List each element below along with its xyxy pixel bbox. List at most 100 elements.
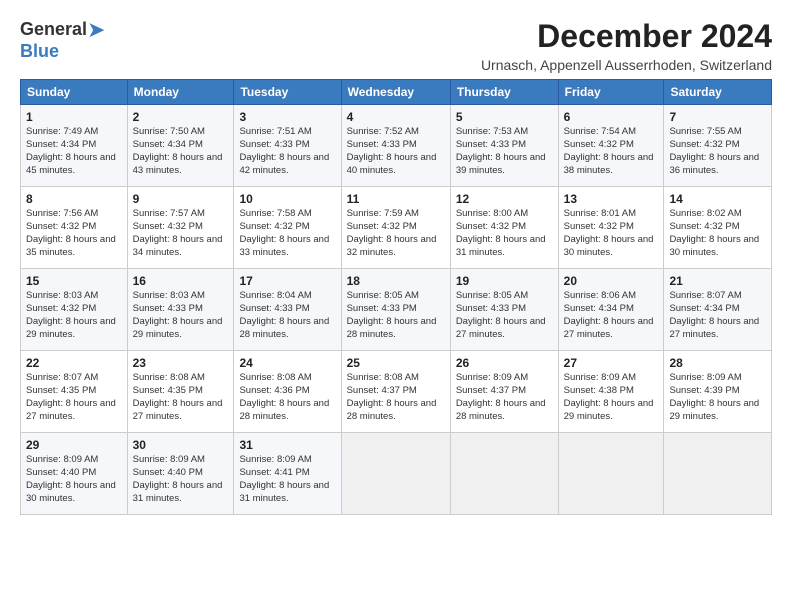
sunset-text: Sunset: 4:41 PM	[239, 467, 309, 478]
sunset-text: Sunset: 4:35 PM	[26, 385, 96, 396]
sunrise-text: Sunrise: 8:06 AM	[564, 290, 636, 301]
calendar-header-sunday: Sunday	[21, 80, 128, 105]
day-number: 17	[239, 273, 335, 289]
sunset-text: Sunset: 4:33 PM	[239, 303, 309, 314]
calendar-header-monday: Monday	[127, 80, 234, 105]
calendar-day-cell: 7Sunrise: 7:55 AMSunset: 4:32 PMDaylight…	[664, 105, 772, 187]
sunrise-text: Sunrise: 8:09 AM	[26, 454, 98, 465]
daylight-text: Daylight: 8 hours and 38 minutes.	[564, 152, 654, 176]
day-number: 24	[239, 355, 335, 371]
logo-blue-text: Blue	[20, 42, 59, 62]
calendar-week-row: 29Sunrise: 8:09 AM Sunset: 4:40 PM Dayligh…	[21, 433, 772, 515]
day-number: 23	[133, 355, 229, 371]
daylight-text: Daylight: 8 hours and 45 minutes.	[26, 152, 116, 176]
day-number: 18	[347, 273, 445, 289]
daylight-text: Daylight: 8 hours and 29 minutes.	[133, 316, 223, 340]
sunset-text: Sunset: 4:35 PM	[133, 385, 203, 396]
sunrise-text: Sunrise: 8:05 AM	[456, 290, 528, 301]
day-number: 27	[564, 355, 659, 371]
calendar-header-tuesday: Tuesday	[234, 80, 341, 105]
day-number: 1	[26, 109, 122, 125]
day-number: 31	[239, 437, 335, 453]
sunset-text: Sunset: 4:34 PM	[564, 303, 634, 314]
sunset-text: Sunset: 4:32 PM	[456, 221, 526, 232]
sunset-text: Sunset: 4:40 PM	[26, 467, 96, 478]
day-number: 25	[347, 355, 445, 371]
sunrise-text: Sunrise: 8:08 AM	[133, 372, 205, 383]
sunrise-text: Sunrise: 8:07 AM	[26, 372, 98, 383]
header: General ➤ Blue December 2024 Urnasch, Ap…	[20, 18, 772, 73]
calendar-day-cell: 3Sunrise: 7:51 AMSunset: 4:33 PMDaylight…	[234, 105, 341, 187]
calendar-day-cell: 28Sunrise: 8:09 AMSunset: 4:39 PMDayligh…	[664, 351, 772, 433]
daylight-text: Daylight: 8 hours and 28 minutes.	[239, 398, 329, 422]
page: General ➤ Blue December 2024 Urnasch, Ap…	[0, 0, 792, 612]
daylight-text: Daylight: 8 hours and 29 minutes.	[26, 316, 116, 340]
daylight-text: Daylight: 8 hours and 29 minutes.	[564, 398, 654, 422]
day-number: 8	[26, 191, 122, 207]
daylight-text: Daylight: 8 hours and 30 minutes.	[669, 234, 759, 258]
sunset-text: Sunset: 4:33 PM	[347, 303, 417, 314]
month-title: December 2024	[481, 18, 772, 55]
day-number: 29	[26, 437, 122, 453]
sunset-text: Sunset: 4:32 PM	[564, 139, 634, 150]
calendar-day-cell	[341, 433, 450, 515]
sunset-text: Sunset: 4:34 PM	[669, 303, 739, 314]
logo-bird-icon: ➤	[87, 18, 105, 42]
calendar-header-friday: Friday	[558, 80, 664, 105]
sunset-text: Sunset: 4:33 PM	[239, 139, 309, 150]
calendar-day-cell: 17Sunrise: 8:04 AMSunset: 4:33 PMDayligh…	[234, 269, 341, 351]
sunset-text: Sunset: 4:32 PM	[133, 221, 203, 232]
calendar-day-cell: 13Sunrise: 8:01 AMSunset: 4:32 PMDayligh…	[558, 187, 664, 269]
calendar-week-row: 15 Sunrise: 8:03 AM Sunset: 4:32 PM Dayligh…	[21, 269, 772, 351]
sunset-text: Sunset: 4:34 PM	[26, 139, 96, 150]
sunrise-text: Sunrise: 8:09 AM	[564, 372, 636, 383]
sunrise-text: Sunrise: 8:08 AM	[347, 372, 419, 383]
calendar-day-cell: 12Sunrise: 8:00 AMSunset: 4:32 PMDayligh…	[450, 187, 558, 269]
calendar-day-cell: 2Sunrise: 7:50 AMSunset: 4:34 PMDaylight…	[127, 105, 234, 187]
sunrise-text: Sunrise: 8:09 AM	[669, 372, 741, 383]
calendar-header-wednesday: Wednesday	[341, 80, 450, 105]
daylight-text: Daylight: 8 hours and 42 minutes.	[239, 152, 329, 176]
calendar-week-row: 1Sunrise: 7:49 AM Sunset: 4:34 PM Daylight…	[21, 105, 772, 187]
sunrise-text: Sunrise: 8:04 AM	[239, 290, 311, 301]
day-number: 22	[26, 355, 122, 371]
daylight-text: Daylight: 8 hours and 31 minutes.	[239, 480, 329, 504]
day-number: 13	[564, 191, 659, 207]
sunset-text: Sunset: 4:38 PM	[564, 385, 634, 396]
calendar-day-cell: 18Sunrise: 8:05 AMSunset: 4:33 PMDayligh…	[341, 269, 450, 351]
day-number: 4	[347, 109, 445, 125]
calendar-day-cell: 5Sunrise: 7:53 AMSunset: 4:33 PMDaylight…	[450, 105, 558, 187]
daylight-text: Daylight: 8 hours and 27 minutes.	[26, 398, 116, 422]
sunrise-text: Sunrise: 7:54 AM	[564, 126, 636, 137]
day-number: 2	[133, 109, 229, 125]
sunrise-text: Sunrise: 8:05 AM	[347, 290, 419, 301]
calendar-week-row: 22Sunrise: 8:07 AM Sunset: 4:35 PM Dayligh…	[21, 351, 772, 433]
sunset-text: Sunset: 4:34 PM	[133, 139, 203, 150]
daylight-text: Daylight: 8 hours and 29 minutes.	[669, 398, 759, 422]
calendar-day-cell: 30Sunrise: 8:09 AMSunset: 4:40 PMDayligh…	[127, 433, 234, 515]
day-number: 28	[669, 355, 766, 371]
calendar-header-row: SundayMondayTuesdayWednesdayThursdayFrid…	[21, 80, 772, 105]
calendar-day-cell: 14Sunrise: 8:02 AMSunset: 4:32 PMDayligh…	[664, 187, 772, 269]
location-title: Urnasch, Appenzell Ausserrhoden, Switzer…	[481, 57, 772, 73]
calendar-table: SundayMondayTuesdayWednesdayThursdayFrid…	[20, 79, 772, 515]
sunrise-text: Sunrise: 7:55 AM	[669, 126, 741, 137]
daylight-text: Daylight: 8 hours and 34 minutes.	[133, 234, 223, 258]
day-number: 15	[26, 273, 122, 289]
daylight-text: Daylight: 8 hours and 27 minutes.	[669, 316, 759, 340]
sunset-text: Sunset: 4:32 PM	[669, 139, 739, 150]
sunrise-text: Sunrise: 8:03 AM	[133, 290, 205, 301]
sunrise-text: Sunrise: 7:49 AM	[26, 126, 98, 137]
day-number: 20	[564, 273, 659, 289]
calendar-day-cell: 27Sunrise: 8:09 AM Sunset: 4:38 PM Dayligh…	[558, 351, 664, 433]
sunset-text: Sunset: 4:32 PM	[26, 303, 96, 314]
daylight-text: Daylight: 8 hours and 30 minutes.	[26, 480, 116, 504]
daylight-text: Daylight: 8 hours and 27 minutes.	[133, 398, 223, 422]
calendar-header-thursday: Thursday	[450, 80, 558, 105]
day-number: 5	[456, 109, 553, 125]
daylight-text: Daylight: 8 hours and 43 minutes.	[133, 152, 223, 176]
calendar-day-cell: 29Sunrise: 8:09 AM Sunset: 4:40 PM Dayligh…	[21, 433, 128, 515]
day-number: 30	[133, 437, 229, 453]
calendar-day-cell: 21Sunrise: 8:07 AMSunset: 4:34 PMDayligh…	[664, 269, 772, 351]
sunset-text: Sunset: 4:33 PM	[456, 139, 526, 150]
